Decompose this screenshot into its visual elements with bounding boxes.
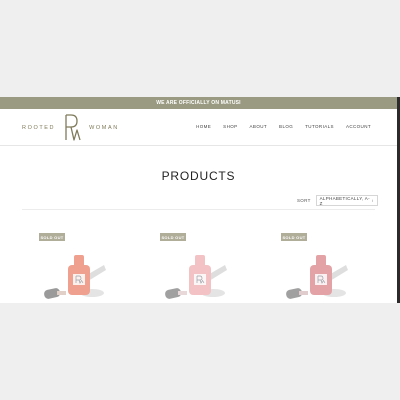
brand-right-word: WOMAN: [89, 125, 119, 131]
main-nav: HOME SHOP ABOUT BLOG TUTORIALS ACCOUNT: [196, 124, 371, 129]
nav-account[interactable]: ACCOUNT: [346, 124, 371, 129]
sold-out-badge: SOLD OUT: [39, 233, 65, 241]
sort-control: SORT ALPHABETICALLY, A-Z ↕: [297, 195, 378, 206]
nail-polish-image: [165, 255, 227, 299]
divider: [22, 209, 375, 210]
page-title: PRODUCTS: [161, 169, 236, 183]
brand-logo[interactable]: ROOTED WOMAN: [22, 113, 119, 143]
nav-home[interactable]: HOME: [196, 124, 211, 129]
nav-about[interactable]: ABOUT: [250, 124, 268, 129]
chevron-updown-icon: ↕: [371, 198, 374, 203]
announcement-bar: WE ARE OFFICIALLY ON MATUSI: [0, 97, 397, 109]
nail-polish-image: [44, 255, 106, 299]
rw-monogram-icon: [65, 114, 81, 141]
sort-select[interactable]: ALPHABETICALLY, A-Z ↕: [315, 195, 378, 206]
product-card[interactable]: SOLD OUT: [22, 233, 122, 303]
sort-value: ALPHABETICALLY, A-Z: [319, 195, 370, 206]
sold-out-badge: SOLD OUT: [160, 233, 186, 241]
brand-left-word: ROOTED: [22, 125, 56, 131]
announcement-text: WE ARE OFFICIALLY ON MATUSI: [156, 100, 241, 106]
sold-out-badge: SOLD OUT: [281, 233, 307, 241]
site-header: ROOTED WOMAN HOME SHOP ABOUT BLOG TUTORI…: [0, 109, 397, 146]
nav-tutorials[interactable]: TUTORIALS: [305, 124, 334, 129]
sort-label: SORT: [297, 198, 311, 203]
product-card[interactable]: SOLD OUT: [143, 233, 243, 303]
web-page: WE ARE OFFICIALLY ON MATUSI ROOTED WOMAN…: [0, 97, 397, 303]
nav-blog[interactable]: BLOG: [279, 124, 293, 129]
product-card[interactable]: SOLD OUT: [264, 233, 364, 303]
nail-polish-image: [286, 255, 348, 299]
nav-shop[interactable]: SHOP: [223, 124, 237, 129]
